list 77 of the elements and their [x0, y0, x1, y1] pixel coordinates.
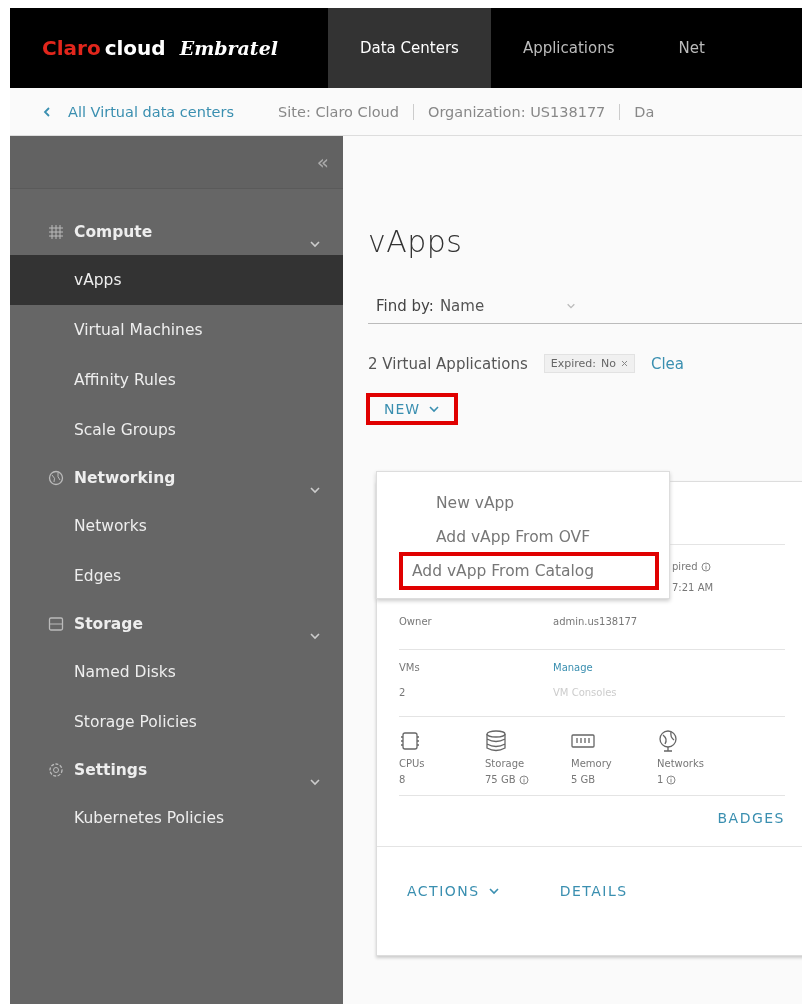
expiry-label: pired: [672, 561, 785, 572]
database-icon: [485, 729, 507, 753]
nav-group-label: Compute: [74, 223, 154, 241]
vms-label: VMs: [399, 662, 421, 673]
resource-value: 1: [657, 774, 743, 785]
find-by-label: Find by:: [376, 297, 434, 315]
filter-label: Expired:: [550, 357, 596, 370]
nav-item[interactable]: Affinity Rules: [10, 355, 343, 405]
info-icon: [666, 774, 677, 785]
nav-tab[interactable]: Net: [646, 8, 737, 88]
resource-label: CPUs: [399, 758, 426, 769]
owner-value: admin.us138177: [553, 616, 638, 627]
resource-label: Storage: [485, 758, 526, 769]
menu-item[interactable]: Add vApp From OVF: [401, 520, 657, 554]
nav-tab[interactable]: Data Centers: [328, 8, 491, 88]
close-icon: [620, 360, 628, 367]
breadcrumb-item: Site: Claro Cloud: [277, 103, 400, 120]
grid-icon: [48, 224, 64, 240]
expiry-value: 7:21 AM: [672, 582, 715, 593]
menu-item[interactable]: Add vApp From Catalog: [401, 554, 657, 588]
details-button[interactable]: DETAILS: [559, 883, 628, 899]
actions-button[interactable]: ACTIONS: [407, 883, 500, 899]
nav-group-header[interactable]: Compute: [10, 209, 343, 255]
resource-value: 8: [399, 774, 407, 785]
vms-count: 2: [399, 687, 407, 698]
nav-tab[interactable]: Applications: [490, 8, 647, 88]
globe-icon: [657, 729, 679, 753]
find-by-field[interactable]: Find by: Name: [368, 289, 802, 324]
nav-group-label: Networking: [74, 469, 177, 487]
collapse-button[interactable]: «: [316, 150, 329, 174]
filter-value: No: [601, 357, 616, 370]
resource-label: Networks: [657, 758, 705, 769]
nav-group-label: Storage: [74, 615, 144, 633]
nav-group-label: Settings: [74, 761, 149, 779]
results-count: 2 Virtual Applications: [368, 354, 528, 373]
breadcrumb-item: Da: [619, 103, 669, 120]
nav-item[interactable]: vApps: [10, 255, 343, 305]
resource-label: Memory: [571, 758, 613, 769]
storage-icon: [48, 616, 64, 632]
find-by-value: Name: [439, 297, 486, 315]
clear-link[interactable]: Clea: [650, 354, 684, 373]
info-icon: [518, 774, 529, 785]
info-icon: [700, 561, 711, 572]
menu-item[interactable]: New vApp: [401, 486, 657, 520]
owner-label: Owner: [399, 616, 433, 627]
nav-item[interactable]: Networks: [10, 501, 343, 551]
nav-item[interactable]: Edges: [10, 551, 343, 601]
nav-group-header[interactable]: Settings: [10, 747, 343, 793]
nav-item[interactable]: Virtual Machines: [10, 305, 343, 355]
globe-icon: [48, 470, 64, 486]
chevron-down-icon: [428, 403, 441, 415]
gear-icon: [48, 762, 64, 778]
nav-item[interactable]: Named Disks: [10, 647, 343, 697]
nav-group-header[interactable]: Networking: [10, 455, 343, 501]
chevron-down-icon: [309, 238, 321, 250]
resource-value: 75 GB: [485, 774, 571, 785]
resource-value: 5 GB: [571, 774, 597, 785]
chevron-down-icon: [309, 776, 321, 788]
chevron-down-icon: [309, 630, 321, 642]
chevron-down-icon: [565, 301, 576, 311]
nav-item[interactable]: Scale Groups: [10, 405, 343, 455]
chevron-down-icon: [487, 885, 500, 897]
page-title: vApps: [368, 224, 464, 259]
logo-brand: Claro: [42, 36, 101, 60]
nav-item[interactable]: Kubernetes Policies: [10, 793, 343, 843]
chevron-down-icon: [309, 484, 321, 496]
chip-icon: [399, 729, 421, 753]
filter-chip[interactable]: Expired: No: [543, 354, 635, 373]
nav-group-header[interactable]: Storage: [10, 601, 343, 647]
logo-product: cloud: [104, 36, 166, 60]
manage-link[interactable]: Manage: [553, 662, 707, 673]
back-link[interactable]: All Virtual data centers: [68, 103, 235, 120]
badges-link[interactable]: BADGES: [399, 796, 785, 846]
nav-item[interactable]: Storage Policies: [10, 697, 343, 747]
new-button[interactable]: NEW: [368, 395, 457, 423]
logo-partner: Embratel: [179, 37, 278, 59]
breadcrumb-item: Organization: US138177: [413, 103, 620, 120]
